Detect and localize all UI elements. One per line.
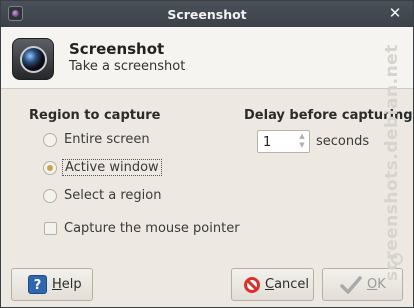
close-icon[interactable]: ✕: [387, 5, 403, 21]
spin-up-icon[interactable]: ▲: [297, 132, 307, 141]
radio-active-window-label[interactable]: Active window: [62, 159, 162, 176]
region-section-title: Region to capture: [29, 108, 161, 123]
help-button-label: Help: [52, 277, 82, 292]
header-subtitle: Take a screenshot: [69, 59, 186, 74]
radio-entire-screen[interactable]: [43, 133, 57, 147]
help-icon: ?: [28, 275, 47, 294]
camera-icon: [12, 38, 54, 80]
screenshot-dialog: Screenshot ✕ Screenshot Take a screensho…: [0, 0, 414, 308]
radio-active-window[interactable]: [43, 161, 57, 175]
radio-select-region[interactable]: [43, 189, 57, 203]
watermark: screenshots.debian.net: [382, 44, 402, 281]
capture-pointer-label[interactable]: Capture the mouse pointer: [64, 221, 240, 236]
title-bar[interactable]: Screenshot ✕: [1, 1, 413, 27]
header-title: Screenshot: [69, 40, 165, 58]
help-button[interactable]: ? Help: [11, 268, 93, 301]
window-title: Screenshot: [167, 7, 247, 22]
watermark-logo-icon: [391, 253, 403, 265]
radio-entire-screen-label[interactable]: Entire screen: [64, 132, 150, 147]
checkmark-icon: [340, 276, 362, 294]
cancel-icon: [244, 277, 260, 293]
spin-down-icon[interactable]: ▼: [297, 141, 307, 150]
dialog-header: Screenshot Take a screenshot: [1, 27, 413, 89]
delay-value[interactable]: 1: [263, 135, 271, 150]
delay-unit-label: seconds: [316, 134, 370, 149]
capture-pointer-checkbox[interactable]: [44, 222, 57, 235]
radio-select-region-label[interactable]: Select a region: [64, 188, 161, 203]
delay-spinbox[interactable]: 1 ▲ ▼: [257, 130, 310, 153]
cancel-button[interactable]: Cancel: [231, 268, 314, 301]
cancel-button-label: Cancel: [265, 277, 310, 292]
